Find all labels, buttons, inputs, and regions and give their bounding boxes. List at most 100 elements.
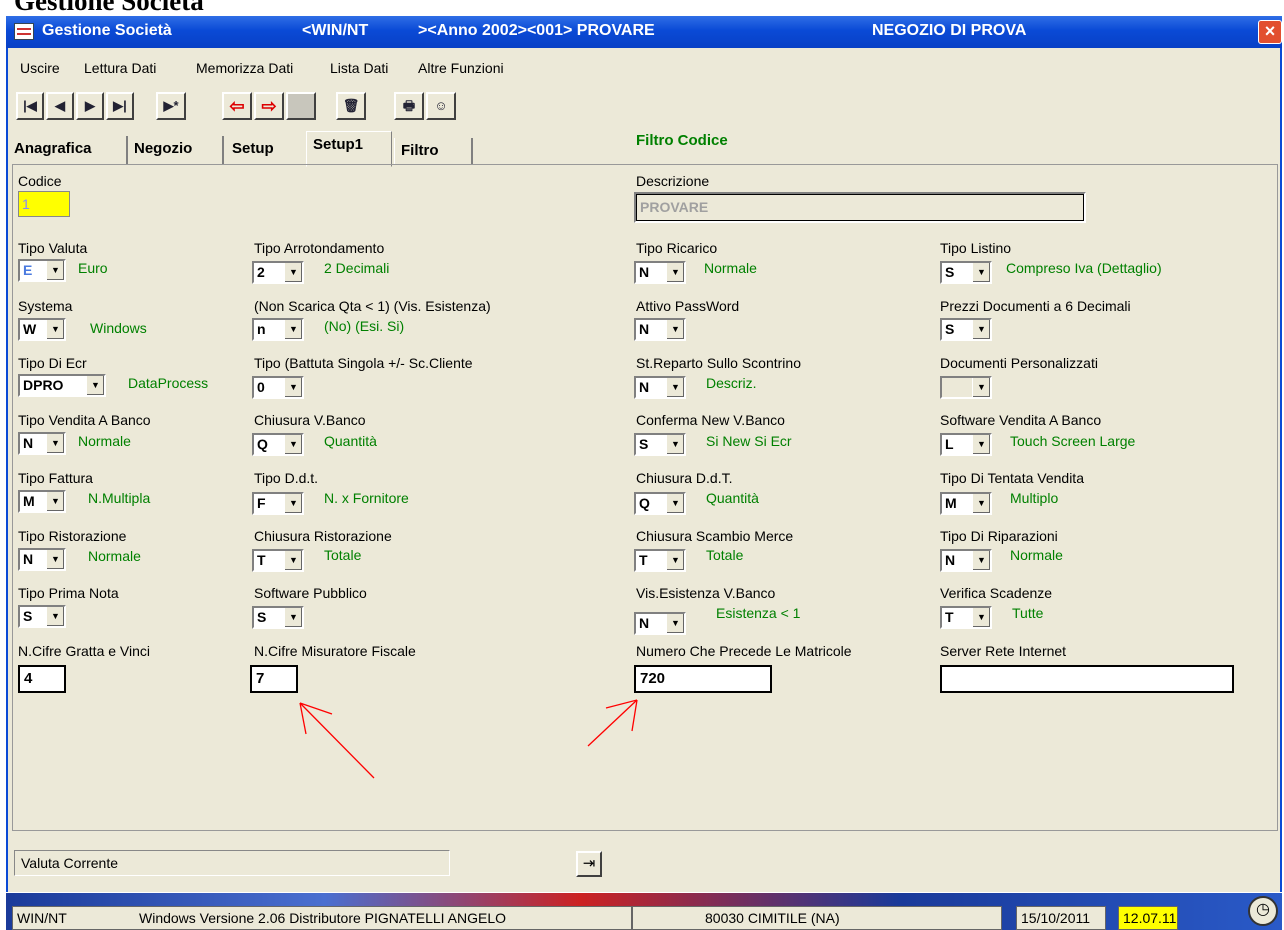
clock-icon[interactable]: ◷	[1248, 896, 1278, 926]
chevron-down-icon[interactable]: ▼	[284, 320, 302, 339]
filter-title: Filtro Codice	[636, 132, 728, 149]
numero-matricole-input[interactable]: 720	[634, 665, 772, 693]
conferma-new-vbanco-combo[interactable]: S ▼	[634, 433, 686, 456]
non-scarica-combo[interactable]: n ▼	[252, 318, 304, 341]
chevron-down-icon[interactable]: ▼	[46, 492, 64, 511]
prezzi-documenti-combo[interactable]: S ▼	[940, 318, 992, 341]
printer-icon[interactable]: 🖶	[394, 92, 424, 120]
chevron-down-icon[interactable]: ▼	[972, 263, 990, 282]
menu-lettura-dati[interactable]: Lettura Dati	[84, 60, 156, 76]
chevron-down-icon[interactable]: ▼	[284, 494, 302, 513]
menu-memorizza-dati[interactable]: Memorizza Dati	[196, 60, 293, 76]
tipo-ricarico-combo[interactable]: N ▼	[634, 261, 686, 284]
next-record-icon[interactable]: ▶	[76, 92, 104, 120]
tipo-riparazioni-label: Tipo Di Riparazioni	[940, 528, 1058, 544]
tipo-battuta-combo[interactable]: 0 ▼	[252, 376, 304, 399]
tipo-vendita-banco-combo[interactable]: N ▼	[18, 432, 66, 455]
chiusura-ristorazione-combo[interactable]: T ▼	[252, 549, 304, 572]
documenti-personalizzati-combo[interactable]: ▼	[940, 376, 992, 399]
combo-value: T	[945, 609, 954, 625]
tipo-listino-label: Tipo Listino	[940, 240, 1012, 256]
chiusura-scambio-combo[interactable]: T ▼	[634, 549, 686, 572]
menu-lista-dati[interactable]: Lista Dati	[330, 60, 388, 76]
chevron-down-icon[interactable]: ▼	[284, 435, 302, 454]
vis-esistenza-combo[interactable]: N ▼	[634, 612, 686, 635]
tipo-valuta-combo[interactable]: E ▼	[18, 259, 66, 282]
chevron-down-icon[interactable]: ▼	[972, 608, 990, 627]
last-record-icon[interactable]: ▶|	[106, 92, 134, 120]
new-record-icon[interactable]: ▶*	[156, 92, 186, 120]
tipo-arrotondamento-combo[interactable]: 2 ▼	[252, 261, 304, 284]
codice-input[interactable]: 1	[18, 191, 70, 217]
software-pubblico-combo[interactable]: S ▼	[252, 606, 304, 629]
tab-setup1[interactable]: Setup1	[306, 131, 392, 167]
combo-value: S	[945, 321, 955, 337]
tipo-ddt-combo[interactable]: F ▼	[252, 492, 304, 515]
menu-altre-funzioni[interactable]: Altre Funzioni	[418, 60, 504, 76]
chevron-down-icon[interactable]: ▼	[666, 263, 684, 282]
chiusura-vbanco-combo[interactable]: Q ▼	[252, 433, 304, 456]
tipo-ristorazione-combo[interactable]: N ▼	[18, 548, 66, 571]
first-record-icon[interactable]: |◀	[16, 92, 44, 120]
chevron-down-icon[interactable]: ▼	[666, 378, 684, 397]
menu-uscire[interactable]: Uscire	[20, 60, 60, 76]
combo-value: M	[23, 493, 35, 509]
chevron-down-icon[interactable]: ▼	[666, 320, 684, 339]
tab-anagrafica[interactable]: Anagrafica	[14, 136, 128, 164]
tipo-listino-combo[interactable]: S ▼	[940, 261, 992, 284]
chevron-down-icon[interactable]: ▼	[666, 551, 684, 570]
chevron-down-icon[interactable]: ▼	[46, 550, 64, 569]
tipo-valuta-label: Tipo Valuta	[18, 240, 88, 256]
gratta-vinci-input[interactable]: 4	[18, 665, 66, 693]
chevron-down-icon[interactable]: ▼	[284, 608, 302, 627]
tentata-vendita-combo[interactable]: M ▼	[940, 492, 992, 515]
non-scarica-label: (Non Scarica Qta < 1) (Vis. Esistenza)	[254, 298, 491, 314]
chevron-down-icon[interactable]: ▼	[46, 261, 64, 280]
back-arrow-icon[interactable]: ⇦	[222, 92, 252, 120]
tipo-di-ecr-combo[interactable]: DPRO ▼	[18, 374, 106, 397]
tab-negozio[interactable]: Negozio	[134, 136, 224, 164]
taskbar-os: WIN/NT	[17, 910, 67, 926]
chevron-down-icon[interactable]: ▼	[46, 320, 64, 339]
chiusura-ddt-combo[interactable]: Q ▼	[634, 492, 686, 515]
tab-filtro[interactable]: Filtro	[394, 138, 473, 164]
exit-door-icon[interactable]: ⇥	[576, 851, 602, 877]
chevron-down-icon[interactable]: ▼	[972, 494, 990, 513]
server-rete-input[interactable]	[940, 665, 1234, 693]
chevron-down-icon[interactable]: ▼	[972, 551, 990, 570]
chevron-down-icon[interactable]: ▼	[284, 551, 302, 570]
chevron-down-icon[interactable]: ▼	[284, 263, 302, 282]
blank-tool-button[interactable]	[286, 92, 316, 120]
user-icon[interactable]: ☺	[426, 92, 456, 120]
tab-setup[interactable]: Setup	[232, 136, 298, 164]
chevron-down-icon[interactable]: ▼	[666, 614, 684, 633]
prev-record-icon[interactable]: ◀	[46, 92, 74, 120]
attivo-password-combo[interactable]: N ▼	[634, 318, 686, 341]
tipo-riparazioni-combo[interactable]: N ▼	[940, 549, 992, 572]
descrizione-input[interactable]: PROVARE	[634, 192, 1086, 223]
tipo-ddt-desc: N. x Fornitore	[324, 490, 409, 506]
chevron-down-icon[interactable]: ▼	[46, 607, 64, 626]
chevron-down-icon[interactable]: ▼	[666, 435, 684, 454]
chevron-down-icon[interactable]: ▼	[972, 320, 990, 339]
software-vendita-banco-combo[interactable]: L ▼	[940, 433, 992, 456]
tipo-ricarico-label: Tipo Ricarico	[636, 240, 718, 256]
tipo-prima-nota-combo[interactable]: S ▼	[18, 605, 66, 628]
chevron-down-icon[interactable]: ▼	[284, 378, 302, 397]
trash-icon[interactable]: 🗑	[336, 92, 366, 120]
chiusura-scambio-desc: Totale	[706, 547, 744, 563]
misuratore-fiscale-input[interactable]: 7	[250, 665, 298, 693]
tipo-fattura-combo[interactable]: M ▼	[18, 490, 66, 513]
close-button[interactable]: ×	[1258, 20, 1282, 44]
chevron-down-icon[interactable]: ▼	[972, 378, 990, 397]
verifica-scadenze-combo[interactable]: T ▼	[940, 606, 992, 629]
chevron-down-icon[interactable]: ▼	[86, 376, 104, 395]
chevron-down-icon[interactable]: ▼	[666, 494, 684, 513]
chevron-down-icon[interactable]: ▼	[972, 435, 990, 454]
tipo-di-ecr-desc: DataProcess	[128, 375, 209, 391]
tab-label: Setup1	[313, 136, 364, 153]
st-reparto-combo[interactable]: N ▼	[634, 376, 686, 399]
systema-combo[interactable]: W ▼	[18, 318, 66, 341]
chevron-down-icon[interactable]: ▼	[46, 434, 64, 453]
forward-arrow-icon[interactable]: ⇨	[254, 92, 284, 120]
